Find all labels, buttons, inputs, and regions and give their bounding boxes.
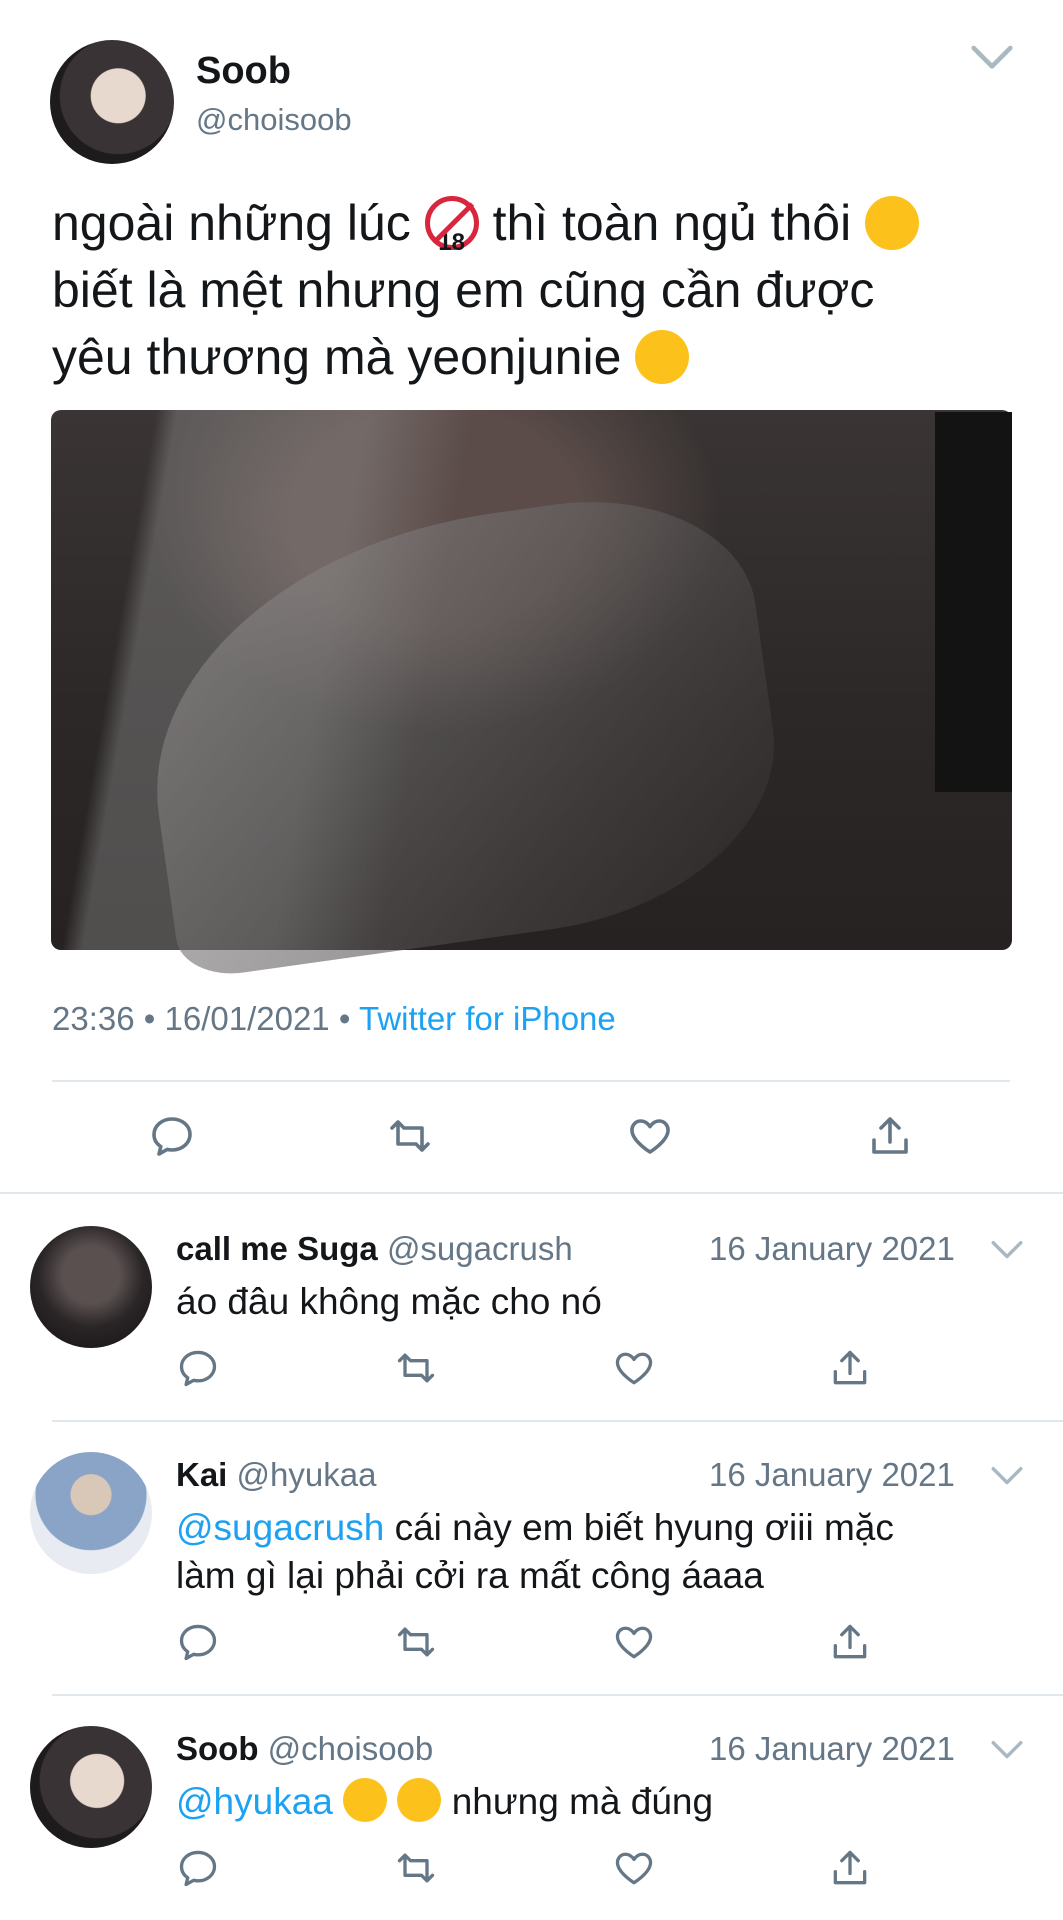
reply-author[interactable]: Soob @choisoob [176,1730,433,1768]
like-icon[interactable] [626,1112,674,1160]
share-icon[interactable] [828,1620,872,1664]
separator: • [143,1000,156,1037]
reply-display-name[interactable]: call me Suga [176,1230,378,1267]
tweet-time: 23:36 [52,1000,135,1037]
slightly-smiling-face-emoji-icon [343,1778,388,1822]
divider [52,1694,1063,1696]
tweet-source-link[interactable]: Twitter for iPhone [359,1000,616,1037]
author-handle[interactable]: @choisoob [196,102,352,138]
mention-link[interactable]: @sugacrush [176,1507,384,1548]
chevron-down-icon[interactable] [990,1466,1024,1488]
mention-link[interactable]: @hyukaa [176,1781,333,1822]
share-icon[interactable] [866,1112,914,1160]
share-icon[interactable] [828,1846,872,1890]
author-avatar[interactable] [50,40,174,164]
reply-text: @sugacrush cái này em biết hyung ơiii mặ… [176,1504,1016,1600]
reply-icon[interactable] [176,1346,220,1390]
reply-text: @hyukaa nhưng mà đúng [176,1778,1016,1826]
retweet-icon[interactable] [386,1112,434,1160]
like-icon[interactable] [612,1346,656,1390]
reply-date: 16 January 2021 [709,1230,955,1267]
chevron-down-icon[interactable] [990,1240,1024,1262]
reply-handle[interactable]: @choisoob [268,1730,434,1767]
tweet-text-line: biết là mệt nhưng em cũng cần được [52,262,875,318]
reply-text-part: cái này em biết hyung ơiii mặc [394,1507,894,1548]
divider [0,1192,1063,1194]
reply-avatar[interactable] [30,1726,152,1848]
tweet-meta: 23:36 • 16/01/2021 • Twitter for iPhone [52,1000,616,1038]
reply-date: 16 January 2021 [709,1456,955,1493]
reply-date: 16 January 2021 [709,1730,955,1767]
like-icon[interactable] [612,1846,656,1890]
retweet-icon[interactable] [394,1620,438,1664]
divider [52,1080,1010,1082]
reply-icon[interactable] [176,1846,220,1890]
reply-text: áo đâu không mặc cho nó [176,1281,602,1322]
share-icon[interactable] [828,1346,872,1390]
chevron-down-icon[interactable] [970,44,1014,74]
tweet-text-part: ngoài những lúc [52,195,411,251]
reply-author[interactable]: Kai @hyukaa [176,1456,376,1494]
retweet-icon[interactable] [394,1846,438,1890]
tweet-text-part: yêu thương mà yeonjunie [52,329,622,385]
retweet-icon[interactable] [394,1346,438,1390]
tweet-text-part: thì toàn ngủ thôi [492,195,852,251]
reply-text-part: làm gì lại phải cởi ra mất công áaaa [176,1555,764,1596]
reply-author[interactable]: call me Suga @sugacrush [176,1230,573,1268]
divider [52,1420,1063,1422]
reply-handle[interactable]: @hyukaa [237,1456,377,1493]
like-icon[interactable] [612,1620,656,1664]
separator: • [338,1000,351,1037]
reply-avatar[interactable] [30,1452,152,1574]
reply-icon[interactable] [148,1112,196,1160]
reply-display-name[interactable]: Soob [176,1730,258,1767]
tweet-text: ngoài những lúc 18 thì toàn ngủ thôi biế… [52,190,1012,391]
reply-display-name[interactable]: Kai [176,1456,227,1493]
author-display-name[interactable]: Soob [196,50,291,93]
crying-face-emoji-icon [865,196,920,250]
reply-handle[interactable]: @sugacrush [387,1230,573,1267]
reply-text-part: nhưng mà đúng [451,1781,714,1822]
reply-icon[interactable] [176,1620,220,1664]
tweet-date: 16/01/2021 [164,1000,330,1037]
reply-avatar[interactable] [30,1226,152,1348]
photo-detail [935,412,1012,792]
pleading-face-emoji-icon [635,330,690,384]
no-one-under-18-emoji-icon: 18 [424,196,479,256]
slightly-smiling-face-emoji-icon [397,1778,442,1822]
chevron-down-icon[interactable] [990,1740,1024,1762]
